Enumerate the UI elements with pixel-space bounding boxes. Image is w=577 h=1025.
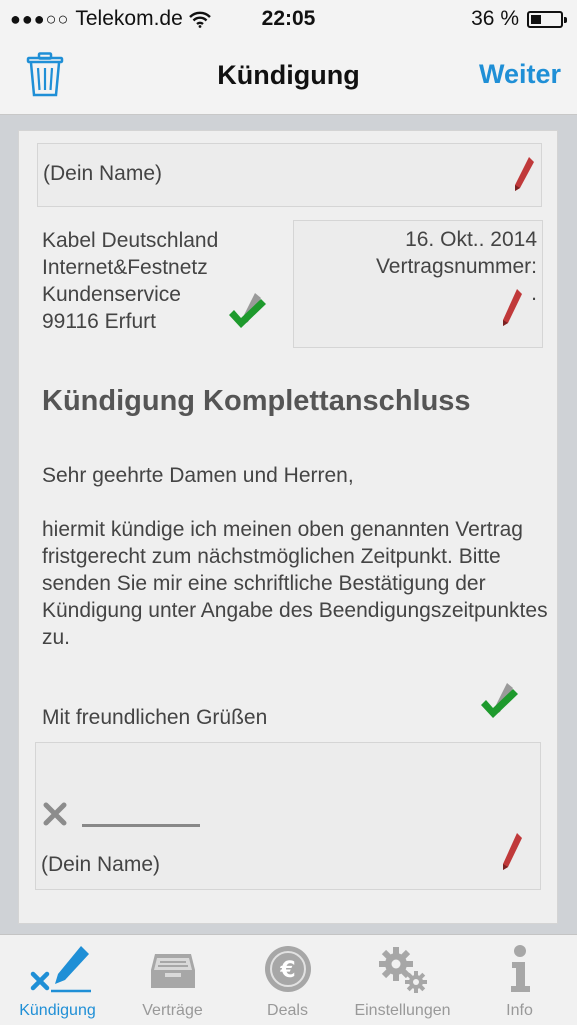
sender-name: (Dein Name) bbox=[43, 162, 163, 185]
recipient-line: Kabel Deutschland bbox=[42, 229, 219, 252]
euro-coin-icon: € bbox=[264, 946, 311, 992]
signature-name: (Dein Name) bbox=[41, 853, 161, 876]
next-button[interactable]: Weiter bbox=[479, 59, 561, 90]
pencil-icon[interactable] bbox=[500, 287, 524, 329]
letter-subject: Kündigung Komplettanschluss bbox=[42, 385, 471, 417]
info-icon bbox=[510, 945, 530, 992]
battery-percentage: 36 % bbox=[471, 7, 519, 30]
letter-closing: Mit freundlichen Grüßen bbox=[42, 706, 268, 729]
gears-icon bbox=[378, 947, 427, 993]
svg-text:€: € bbox=[279, 958, 295, 983]
recipient-line: Kundenservice bbox=[42, 283, 181, 306]
tab-deals[interactable]: € Deals bbox=[230, 935, 345, 1025]
tab-vertraege[interactable]: Verträge bbox=[115, 935, 230, 1025]
signature-line bbox=[82, 824, 200, 827]
recipient-address: Kabel Deutschland Internet&Festnetz Kund… bbox=[42, 227, 218, 335]
date-contract-field[interactable]: 16. Okt.. 2014 Vertragsnummer: . bbox=[293, 220, 543, 348]
tab-kuendigung[interactable]: Kündigung bbox=[0, 935, 115, 1025]
tab-bar: Kündigung Verträge € Deals Einstellungen… bbox=[0, 934, 577, 1025]
clear-signature-icon[interactable] bbox=[42, 801, 68, 827]
check-pencil-icon[interactable] bbox=[479, 679, 527, 723]
recipient-line: Internet&Festnetz bbox=[42, 256, 208, 279]
battery-icon bbox=[527, 10, 567, 28]
battery-status: 36 % bbox=[471, 7, 567, 31]
tab-label: Deals bbox=[267, 1002, 308, 1019]
tab-info[interactable]: Info bbox=[462, 935, 577, 1025]
battery-level bbox=[531, 14, 542, 24]
contract-number-value: . bbox=[531, 282, 537, 305]
letter-preview: (Dein Name) Kabel Deutschland Internet&F… bbox=[18, 130, 558, 924]
sender-name-field[interactable]: (Dein Name) bbox=[37, 143, 542, 207]
tab-label: Kündigung bbox=[19, 1002, 96, 1019]
letter-body: hiermit kündige ich meinen oben genannte… bbox=[42, 518, 548, 649]
recipient-line: 99116 Erfurt bbox=[42, 310, 157, 333]
contract-number-label: Vertragsnummer: bbox=[375, 255, 537, 278]
tab-label: Verträge bbox=[142, 1002, 203, 1019]
tab-einstellungen[interactable]: Einstellungen bbox=[345, 935, 460, 1025]
status-bar: ●●●○○ Telekom.de 22:05 36 % bbox=[0, 0, 577, 40]
tab-label: Info bbox=[506, 1002, 533, 1019]
navigation-bar: Kündigung Weiter bbox=[0, 40, 577, 115]
pencil-icon[interactable] bbox=[500, 831, 524, 873]
signature-field[interactable]: (Dein Name) bbox=[35, 742, 541, 890]
inbox-icon bbox=[150, 954, 195, 988]
edit-icon bbox=[30, 946, 91, 993]
tab-label: Einstellungen bbox=[354, 1002, 451, 1019]
letter-greeting: Sehr geehrte Damen und Herren, bbox=[42, 464, 354, 487]
letter-date: 16. Okt.. 2014 bbox=[405, 228, 537, 251]
pencil-icon[interactable] bbox=[512, 155, 536, 193]
check-pencil-icon[interactable] bbox=[227, 289, 275, 333]
